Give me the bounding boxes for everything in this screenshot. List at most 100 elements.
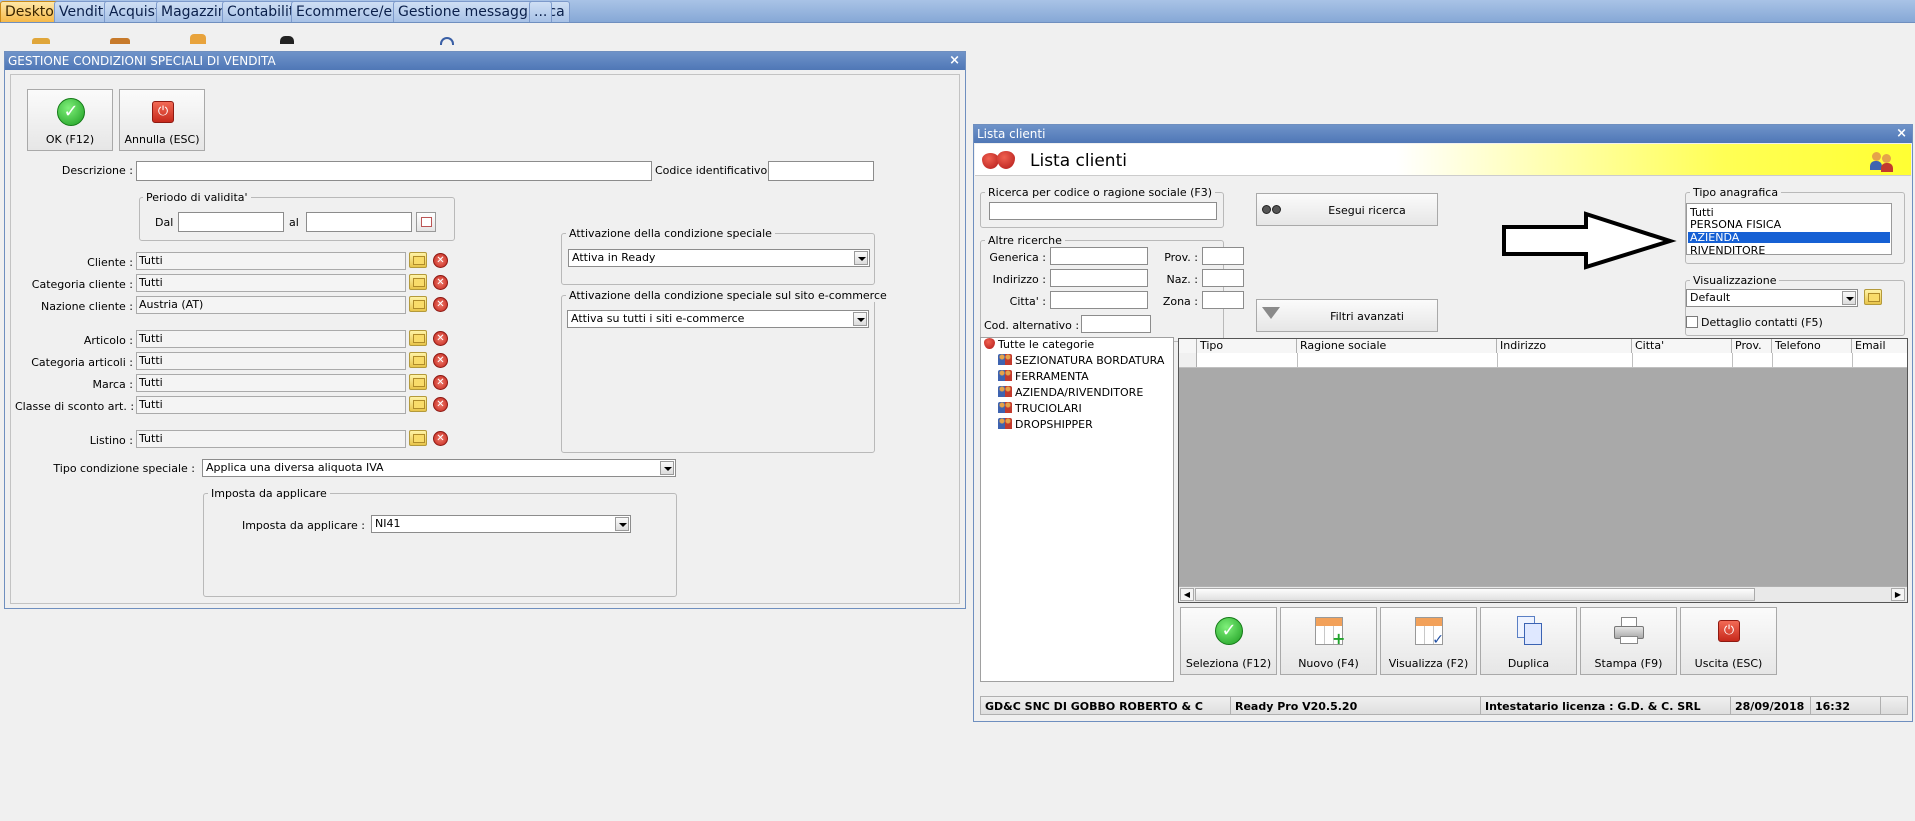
folder-icon[interactable]: [409, 330, 427, 346]
folder-icon[interactable]: [409, 352, 427, 368]
column-header[interactable]: Indirizzo: [1497, 339, 1632, 353]
list-item[interactable]: Tutti: [1688, 207, 1890, 218]
classe-sconto-field[interactable]: Tutti: [136, 396, 406, 414]
generica-input[interactable]: [1050, 247, 1148, 265]
close-icon[interactable]: ×: [1896, 125, 1907, 143]
scroll-left-button[interactable]: ◀: [1180, 588, 1194, 601]
attivazione-select[interactable]: Attiva in Ready: [568, 249, 870, 267]
horizontal-scrollbar[interactable]: ◀ ▶: [1179, 586, 1907, 602]
chevron-down-icon[interactable]: [1842, 291, 1856, 305]
attivazione-ecom-select[interactable]: Attiva su tutti i siti e-commerce: [567, 310, 869, 328]
desktop-icon[interactable]: [110, 38, 130, 44]
tree-root[interactable]: Tutte le categorie: [984, 338, 1094, 351]
descrizione-input[interactable]: [136, 161, 652, 181]
ricerca-input[interactable]: [989, 202, 1217, 220]
visualizzazione-select[interactable]: Default: [1686, 289, 1858, 307]
column-header[interactable]: Citta': [1632, 339, 1732, 353]
dal-input[interactable]: [178, 212, 284, 232]
zona-input[interactable]: [1202, 291, 1244, 309]
delete-icon[interactable]: ✕: [433, 253, 448, 268]
esegui-ricerca-button[interactable]: Esegui ricerca: [1256, 193, 1438, 226]
imposta-select[interactable]: NI41: [371, 515, 631, 533]
codice-input[interactable]: [768, 161, 874, 181]
desktop-icon[interactable]: [32, 38, 50, 44]
nazione-cliente-label: Nazione cliente :: [41, 300, 133, 313]
delete-icon[interactable]: ✕: [433, 275, 448, 290]
calendar-icon[interactable]: [416, 212, 436, 232]
attivazione-title: Attivazione della condizione speciale: [566, 227, 775, 240]
desktop-icon[interactable]: [280, 36, 294, 44]
tree-item[interactable]: TRUCIOLARI: [998, 402, 1082, 415]
folder-icon[interactable]: [1864, 289, 1882, 305]
citta-input[interactable]: [1050, 291, 1148, 309]
tab-more[interactable]: ...: [529, 1, 553, 22]
folder-icon[interactable]: [409, 296, 427, 312]
visualizza-button[interactable]: ✓ Visualizza (F2): [1380, 607, 1477, 675]
prov-input[interactable]: [1202, 247, 1244, 265]
list-item[interactable]: PERSONA FISICA: [1688, 219, 1890, 230]
scroll-thumb[interactable]: [1195, 588, 1755, 601]
funnel-icon: [1262, 307, 1280, 319]
categoria-articoli-field[interactable]: Tutti: [136, 352, 406, 370]
folder-icon[interactable]: [409, 396, 427, 412]
nazione-cliente-field[interactable]: Austria (AT): [136, 296, 406, 314]
tree-item[interactable]: AZIENDA/RIVENDITORE: [998, 386, 1143, 399]
chevron-down-icon[interactable]: [660, 461, 674, 475]
power-icon: ⏻: [152, 101, 174, 123]
articolo-field[interactable]: Tutti: [136, 330, 406, 348]
window-title: Lista clienti: [977, 127, 1046, 141]
client-list-window: Lista clienti × Lista clienti Ricerca pe…: [973, 124, 1913, 722]
cancel-button[interactable]: ⏻ Annulla (ESC): [119, 89, 205, 151]
categoria-cliente-field[interactable]: Tutti: [136, 274, 406, 292]
tree-item[interactable]: FERRAMENTA: [998, 370, 1089, 383]
chevron-down-icon[interactable]: [854, 251, 868, 265]
cliente-field[interactable]: Tutti: [136, 252, 406, 270]
grid-header: Tipo Ragione sociale Indirizzo Citta' Pr…: [1179, 339, 1907, 353]
duplica-button[interactable]: Duplica: [1480, 607, 1577, 675]
indirizzo-input[interactable]: [1050, 269, 1148, 287]
cod-alternativo-input[interactable]: [1081, 315, 1151, 333]
column-header[interactable]: Tipo: [1197, 339, 1297, 353]
chevron-down-icon[interactable]: [853, 312, 867, 326]
marca-field[interactable]: Tutti: [136, 374, 406, 392]
clock-icon[interactable]: [440, 37, 454, 45]
attivazione-ecom-value: Attiva su tutti i siti e-commerce: [571, 312, 745, 325]
users-icon[interactable]: [1870, 150, 1894, 172]
column-header[interactable]: Email: [1852, 339, 1907, 353]
ok-label: OK (F12): [45, 133, 95, 146]
folder-icon[interactable]: [409, 430, 427, 446]
close-icon[interactable]: ×: [949, 52, 960, 70]
column-header[interactable]: Prov.: [1732, 339, 1772, 353]
delete-icon[interactable]: ✕: [433, 375, 448, 390]
client-grid[interactable]: Tipo Ragione sociale Indirizzo Citta' Pr…: [1178, 338, 1908, 603]
table-row[interactable]: [1179, 353, 1907, 368]
dettaglio-checkbox[interactable]: [1686, 316, 1698, 328]
ok-button[interactable]: ✓ OK (F12): [27, 89, 113, 151]
folder-icon[interactable]: [409, 274, 427, 290]
nuovo-button[interactable]: + Nuovo (F4): [1280, 607, 1377, 675]
delete-icon[interactable]: ✕: [433, 297, 448, 312]
al-input[interactable]: [306, 212, 412, 232]
delete-icon[interactable]: ✕: [433, 331, 448, 346]
folder-icon[interactable]: [409, 252, 427, 268]
tipo-condizione-select[interactable]: Applica una diversa aliquota IVA: [202, 459, 676, 477]
folder-icon[interactable]: [409, 374, 427, 390]
uscita-button[interactable]: ⏻ Uscita (ESC): [1680, 607, 1777, 675]
seleziona-button[interactable]: ✓ Seleziona (F12): [1180, 607, 1277, 675]
column-header[interactable]: Telefono: [1772, 339, 1852, 353]
delete-icon[interactable]: ✕: [433, 431, 448, 446]
scroll-right-button[interactable]: ▶: [1891, 588, 1905, 601]
delete-icon[interactable]: ✕: [433, 397, 448, 412]
listino-field[interactable]: Tutti: [136, 430, 406, 448]
tree-item[interactable]: DROPSHIPPER: [998, 418, 1093, 431]
stampa-button[interactable]: Stampa (F9): [1580, 607, 1677, 675]
delete-icon[interactable]: ✕: [433, 353, 448, 368]
chevron-down-icon[interactable]: [615, 517, 629, 531]
list-item[interactable]: RIVENDITORE: [1688, 245, 1890, 256]
desktop-icon[interactable]: [190, 34, 206, 44]
naz-input[interactable]: [1202, 269, 1244, 287]
tree-item[interactable]: SEZIONATURA BORDATURA: [998, 354, 1164, 367]
list-item-selected[interactable]: AZIENDA: [1688, 232, 1890, 243]
column-header[interactable]: Ragione sociale: [1297, 339, 1497, 353]
filtri-avanzati-button[interactable]: Filtri avanzati: [1256, 299, 1438, 332]
